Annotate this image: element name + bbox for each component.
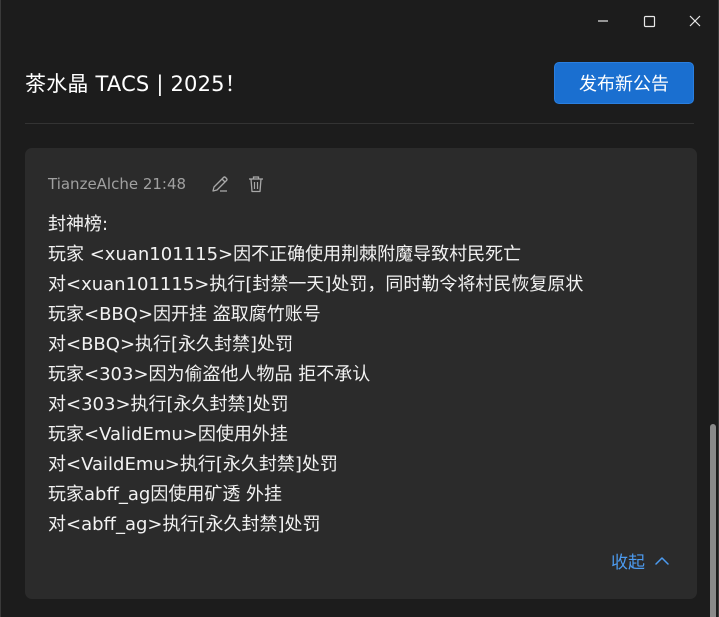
pencil-icon[interactable]	[208, 172, 232, 196]
page-title: 茶水晶 TACS | 2025！	[25, 72, 246, 96]
announcement-line: 玩家<ValidEmu>因使用外挂	[48, 424, 288, 445]
announcement-line: 对<xuan101115>执行[封禁一天]处罚，同时勒令将村民恢复原状	[48, 274, 584, 295]
announcement-line: 对<VaildEmu>执行[永久封禁]处罚	[48, 454, 338, 475]
scrollbar[interactable]	[710, 42, 716, 617]
announcement-line: 玩家<303>因为偷盗他人物品 拒不承认	[48, 364, 371, 385]
chevron-up-icon	[655, 556, 669, 566]
maximize-icon[interactable]	[626, 0, 672, 42]
publish-announcement-button[interactable]: 发布新公告	[554, 62, 694, 104]
app-window: 茶水晶 TACS | 2025！ 发布新公告 TianzeAlche 21:48…	[0, 0, 719, 617]
scrollbar-thumb[interactable]	[710, 424, 716, 617]
collapse-label: 收起	[611, 553, 645, 573]
announcement-body: 封神榜: 玩家 <xuan101115>因不正确使用荆棘附魔导致村民死亡 对<x…	[48, 210, 678, 540]
title-bar	[580, 0, 718, 42]
announcement-line: 对<303>执行[永久封禁]处罚	[48, 394, 289, 415]
announcement-line: 对<abff_ag>执行[永久封禁]处罚	[48, 514, 321, 535]
header-divider	[25, 123, 694, 124]
collapse-button[interactable]: 收起	[611, 548, 669, 573]
author-timestamp: TianzeAlche 21:48	[48, 175, 187, 193]
page-header: 茶水晶 TACS | 2025！ 发布新公告	[25, 62, 694, 104]
announcement-line: 玩家<BBQ>因开挂 盗取腐竹账号	[48, 304, 321, 325]
minimize-icon[interactable]	[580, 0, 626, 42]
announcement-line: 对<BBQ>执行[永久封禁]处罚	[48, 334, 294, 355]
announcement-meta: TianzeAlche 21:48	[48, 172, 268, 196]
announcement-line: 玩家abff_ag因使用矿透 外挂	[48, 484, 283, 505]
announcement-card: TianzeAlche 21:48 封神榜: 玩家 <xuan101115>因不…	[25, 148, 697, 599]
announcement-line: 玩家 <xuan101115>因不正确使用荆棘附魔导致村民死亡	[48, 244, 522, 265]
announcement-line: 封神榜:	[48, 214, 109, 235]
close-icon[interactable]	[672, 0, 718, 42]
trash-icon[interactable]	[244, 172, 268, 196]
